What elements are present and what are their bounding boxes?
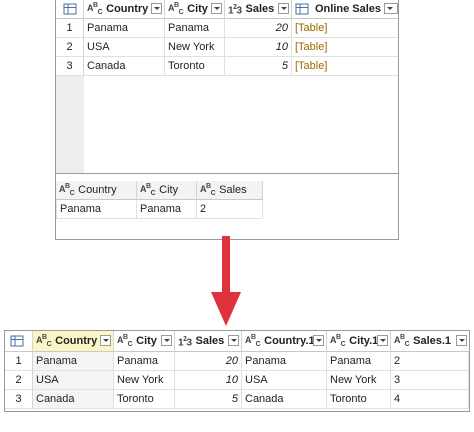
text-type-icon[interactable]: ABC [87, 1, 103, 17]
text-type-icon: ABC [59, 183, 75, 197]
preview-cell: 2 [197, 200, 263, 219]
row-number[interactable]: 2 [56, 38, 84, 57]
column-header-label: City [136, 335, 157, 347]
table-menu-corner[interactable] [5, 331, 33, 352]
table-cell[interactable]: Panama [33, 352, 114, 371]
column-header-sales[interactable]: 123 Sales [225, 0, 292, 19]
table-cell[interactable]: 20 [175, 352, 242, 371]
expand-column-button[interactable] [384, 3, 398, 14]
row-gutter [56, 76, 84, 173]
column-header-online-sales[interactable]: Online Sales [292, 0, 398, 19]
row-number[interactable]: 1 [5, 352, 33, 371]
preview-header-label: Country [78, 184, 117, 196]
column-header-city[interactable]: ABC City [114, 331, 175, 352]
filter-dropdown-button[interactable] [278, 3, 289, 14]
table-cell[interactable]: New York [114, 371, 175, 390]
table-cell[interactable]: Canada [84, 57, 165, 76]
table-cell[interactable]: Toronto [327, 390, 391, 409]
table-cell[interactable]: Panama [242, 352, 327, 371]
text-type-icon: ABC [200, 183, 216, 197]
column-header-country[interactable]: ABC Country [33, 331, 114, 352]
table-cell[interactable]: Panama [327, 352, 391, 371]
filter-dropdown-button[interactable] [211, 3, 222, 14]
row-number[interactable]: 3 [56, 57, 84, 76]
text-type-icon[interactable]: ABC [330, 333, 346, 349]
text-type-icon[interactable]: ABC [117, 333, 133, 349]
column-header-country-1[interactable]: ABC Country.1 [242, 331, 327, 352]
result-table-panel: ABC Country ABC City 123 Sales ABC Count… [4, 330, 470, 412]
number-type-icon[interactable]: 123 [228, 3, 242, 16]
row-number[interactable]: 1 [56, 19, 84, 38]
preview-header-label: City [159, 184, 179, 196]
table-cell[interactable]: USA [84, 38, 165, 57]
text-type-icon: ABC [140, 183, 156, 197]
divider [56, 173, 398, 174]
table-cell[interactable]: Canada [242, 390, 327, 409]
table-cell[interactable]: Panama [84, 19, 165, 38]
table-cell[interactable]: Panama [114, 352, 175, 371]
table-link-cell[interactable]: [Table] [292, 38, 398, 57]
table-cell[interactable]: 10 [225, 38, 292, 57]
table-cell[interactable]: 20 [225, 19, 292, 38]
column-header-label: Country [106, 3, 149, 15]
table-cell[interactable]: Canada [33, 390, 114, 409]
filter-dropdown-button[interactable] [151, 3, 162, 14]
filter-dropdown-button[interactable] [161, 335, 172, 346]
table-cell[interactable]: 5 [175, 390, 242, 409]
table-cell[interactable]: Panama [165, 19, 225, 38]
text-type-icon[interactable]: ABC [168, 1, 184, 17]
column-header-label: City [187, 3, 208, 15]
column-header-sales-1[interactable]: ABC Sales.1 [391, 331, 469, 352]
preview-cell: Panama [56, 200, 137, 219]
table-cell[interactable]: 5 [225, 57, 292, 76]
table-icon [10, 335, 24, 347]
row-number[interactable]: 3 [5, 390, 33, 409]
table-cell[interactable]: 3 [391, 371, 469, 390]
filter-dropdown-button[interactable] [228, 335, 239, 346]
table-link-cell[interactable]: [Table] [292, 57, 398, 76]
source-table-panel: ABC Country ABC City 123 Sales Online Sa… [55, 0, 399, 240]
column-header-label: Country [55, 335, 98, 347]
table-link-cell[interactable]: [Table] [292, 19, 398, 38]
filter-dropdown-button[interactable] [377, 335, 388, 346]
column-header-label: Sales [195, 335, 225, 347]
table-cell[interactable]: 4 [391, 390, 469, 409]
row-number[interactable]: 2 [5, 371, 33, 390]
text-type-icon[interactable]: ABC [394, 333, 410, 349]
table-cell[interactable]: New York [327, 371, 391, 390]
text-type-icon[interactable]: ABC [245, 333, 261, 349]
number-type-icon[interactable]: 123 [178, 335, 192, 348]
table-cell[interactable]: New York [165, 38, 225, 57]
column-header-country[interactable]: ABC Country [84, 0, 165, 19]
table-cell[interactable]: USA [33, 371, 114, 390]
table-cell[interactable]: 2 [391, 352, 469, 371]
column-header-label: Country.1 [264, 335, 315, 347]
table-cell[interactable]: 10 [175, 371, 242, 390]
preview-header-country: ABC Country [56, 181, 137, 200]
column-header-label: Online Sales [315, 3, 382, 15]
preview-header-label: Sales [219, 184, 247, 196]
table-icon [63, 3, 77, 15]
column-header-sales[interactable]: 123 Sales [175, 331, 242, 352]
filter-dropdown-button[interactable] [313, 335, 324, 346]
preview-header-sales: ABC Sales [197, 181, 263, 200]
column-header-label: City.1 [349, 335, 379, 347]
table-cell[interactable]: Toronto [114, 390, 175, 409]
table-menu-corner[interactable] [56, 0, 84, 19]
table-type-icon[interactable] [295, 3, 311, 15]
preview-header-city: ABC City [137, 181, 197, 200]
column-header-label: Sales [245, 3, 275, 15]
filter-dropdown-button[interactable] [100, 335, 111, 346]
table-cell[interactable]: USA [242, 371, 327, 390]
text-type-icon[interactable]: ABC [36, 333, 52, 349]
down-arrow-icon [211, 236, 241, 326]
column-header-label: Sales.1 [413, 335, 452, 347]
filter-dropdown-button[interactable] [456, 335, 467, 346]
column-header-city-1[interactable]: ABC City.1 [327, 331, 391, 352]
column-header-city[interactable]: ABC City [165, 0, 225, 19]
preview-cell: Panama [137, 200, 197, 219]
table-cell[interactable]: Toronto [165, 57, 225, 76]
